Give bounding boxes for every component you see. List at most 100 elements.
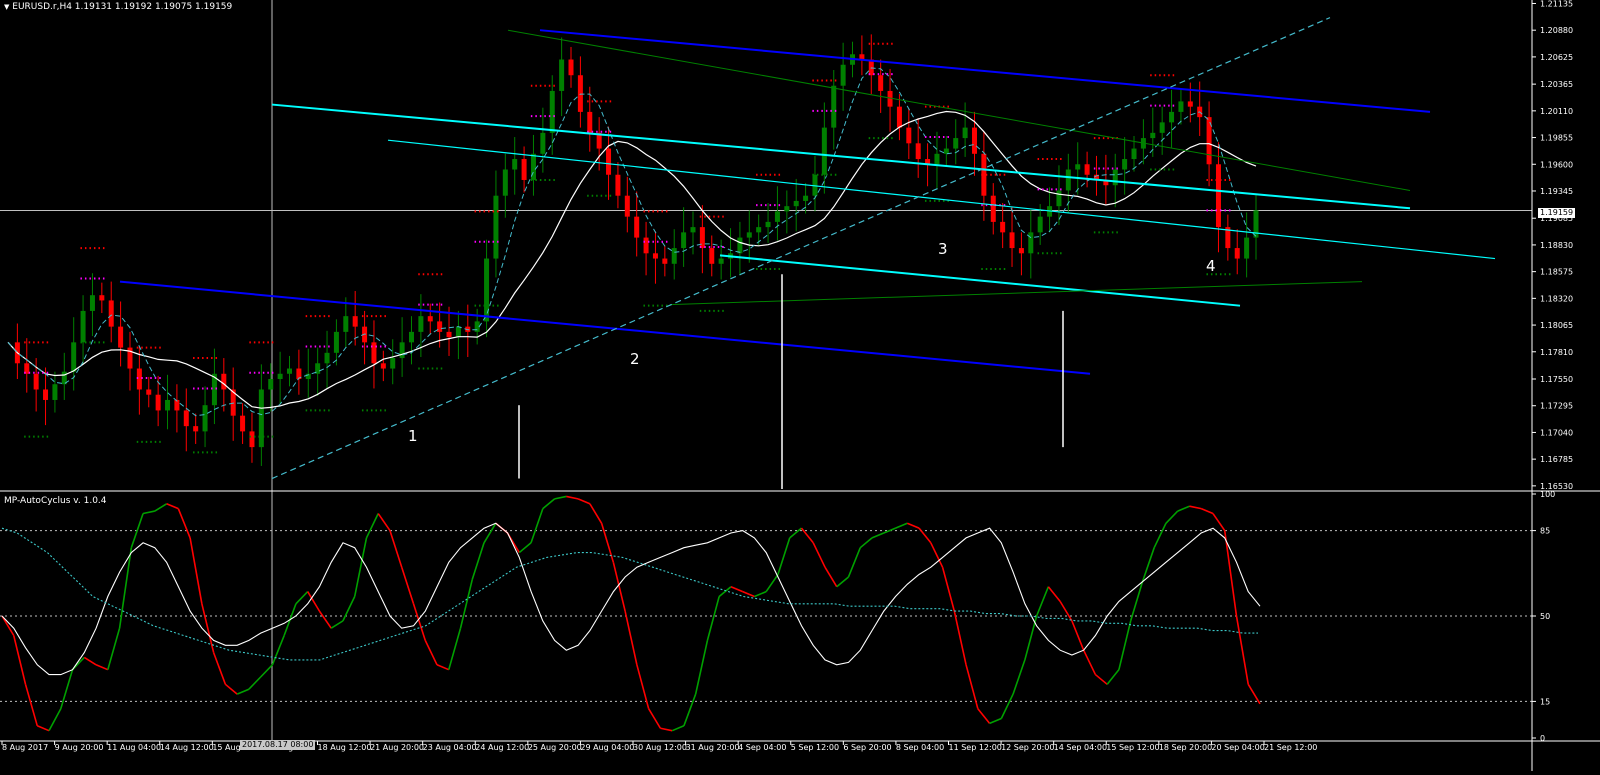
time-tick-label: 15 Sep 12:00 (1106, 743, 1159, 752)
candle-body (277, 373, 283, 380)
candle-body (52, 384, 58, 400)
candle-body (662, 258, 668, 264)
candle-body (634, 216, 640, 238)
candle-body (446, 331, 452, 338)
candle-body (577, 75, 583, 112)
candle-body (427, 316, 433, 322)
candle-body (934, 153, 940, 165)
candle-body (896, 106, 902, 128)
price-tick-label: 1.18575 (1540, 268, 1573, 277)
time-tick-label: 25 Aug 20:00 (528, 743, 582, 752)
candle-body (699, 227, 705, 249)
price-tick-label: 1.18830 (1540, 241, 1573, 250)
candle-body (831, 85, 837, 128)
candle-body (146, 389, 152, 395)
oscillator-tick-label: 100 (1540, 490, 1555, 499)
candle-body (324, 352, 330, 364)
candle-body (165, 399, 171, 411)
candle-body (521, 159, 527, 180)
current-price-tag: 1.19159 (1538, 208, 1576, 218)
time-tick-label: 14 Aug 12:00 (160, 743, 214, 752)
price-tick-label: 1.19855 (1540, 134, 1573, 143)
candle-body (221, 373, 227, 390)
candle-body (624, 195, 630, 217)
time-tick-label: 8 Sep 04:00 (896, 743, 944, 752)
symbol-info-label: ▼ EURUSD.r,H4 1.19131 1.19192 1.19075 1.… (4, 2, 232, 12)
price-tick-label: 1.20365 (1540, 80, 1573, 89)
candle-body (484, 258, 490, 322)
time-tick-label: 15 Aug (212, 743, 240, 752)
candle-body (1159, 122, 1165, 133)
candle-body (193, 426, 199, 432)
candle-body (568, 59, 574, 76)
chart-canvas[interactable]: 1 2 3 4 1.21135 1.20880 1.20625 1.20365 1.20110… (0, 0, 1600, 771)
price-tick-label: 1.19600 (1540, 160, 1573, 169)
candle-body (915, 143, 921, 160)
candle-body (99, 295, 105, 301)
candle-body (118, 326, 124, 348)
price-tick-label: 1.18320 (1540, 294, 1573, 303)
candle-body (1018, 248, 1024, 254)
wave-label: 4 (1206, 257, 1216, 275)
dropdown-triangle-icon[interactable]: ▼ (4, 3, 9, 11)
candle-body (408, 331, 414, 343)
candle-body (136, 368, 142, 390)
candle-body (333, 331, 339, 353)
candle-body (1150, 132, 1156, 139)
candle-body (1028, 232, 1034, 254)
candle-body (784, 206, 790, 212)
time-tick-label: 12 Sep 20:00 (1001, 743, 1054, 752)
time-tick-label: 31 Aug 20:00 (686, 743, 740, 752)
candle-body (1037, 216, 1043, 233)
candle-body (540, 132, 546, 154)
price-tick-label: 1.18065 (1540, 321, 1573, 330)
candle-body (878, 75, 884, 91)
candle-body (990, 195, 996, 222)
candle-body (709, 248, 715, 264)
candle-body (756, 227, 762, 233)
candle-body (437, 321, 443, 332)
candle-body (765, 221, 771, 228)
candle-body (1056, 190, 1062, 207)
candle-body (108, 300, 114, 327)
candle-body (953, 138, 959, 149)
wave-label: 1 (408, 427, 418, 445)
candle-body (1131, 148, 1137, 160)
time-tick-label: 21 Sep 12:00 (1264, 743, 1317, 752)
candle-body (587, 111, 593, 133)
candle-body (652, 253, 658, 259)
mt4-chart-window[interactable]: 1 2 3 4 1.21135 1.20880 1.20625 1.20365 1.20110… (0, 0, 1600, 771)
candle-body (690, 227, 696, 233)
candle-body (718, 258, 724, 264)
crosshair-time-label: 2017.08.17 08:00 (240, 740, 316, 750)
candle-body (840, 64, 846, 86)
oscillator-tick-label: 50 (1540, 612, 1550, 621)
candle-body (352, 316, 358, 327)
candle-body (821, 127, 827, 175)
wave-label: 3 (938, 240, 948, 258)
time-tick-label: 18 Sep 20:00 (1159, 743, 1212, 752)
candle-body (240, 415, 246, 432)
price-tick-label: 1.19345 (1540, 187, 1573, 196)
candle-body (80, 310, 86, 343)
candle-body (943, 148, 949, 154)
time-tick-label: 18 Aug 12:00 (318, 743, 372, 752)
wave-label: 2 (630, 350, 640, 368)
oscillator-tick-label: 15 (1540, 697, 1550, 706)
candle-body (502, 169, 508, 196)
candle-body (606, 148, 612, 175)
candle-body (803, 195, 809, 201)
candle-body (681, 232, 687, 249)
price-tick-label: 1.16785 (1540, 455, 1573, 464)
candle-body (1169, 111, 1175, 123)
time-tick-label: 8 Aug 2017 (2, 743, 48, 752)
candle-body (1244, 237, 1250, 259)
candle-body (493, 195, 499, 259)
time-tick-label: 6 Sep 20:00 (843, 743, 891, 752)
time-tick-label: 23 Aug 04:00 (423, 743, 477, 752)
candle-body (1075, 164, 1081, 170)
indicator-title: MP-AutoCyclus v. 1.0.4 (4, 496, 107, 506)
time-tick-label: 29 Aug 04:00 (580, 743, 634, 752)
candle-body (43, 389, 49, 400)
candle-body (399, 342, 405, 359)
